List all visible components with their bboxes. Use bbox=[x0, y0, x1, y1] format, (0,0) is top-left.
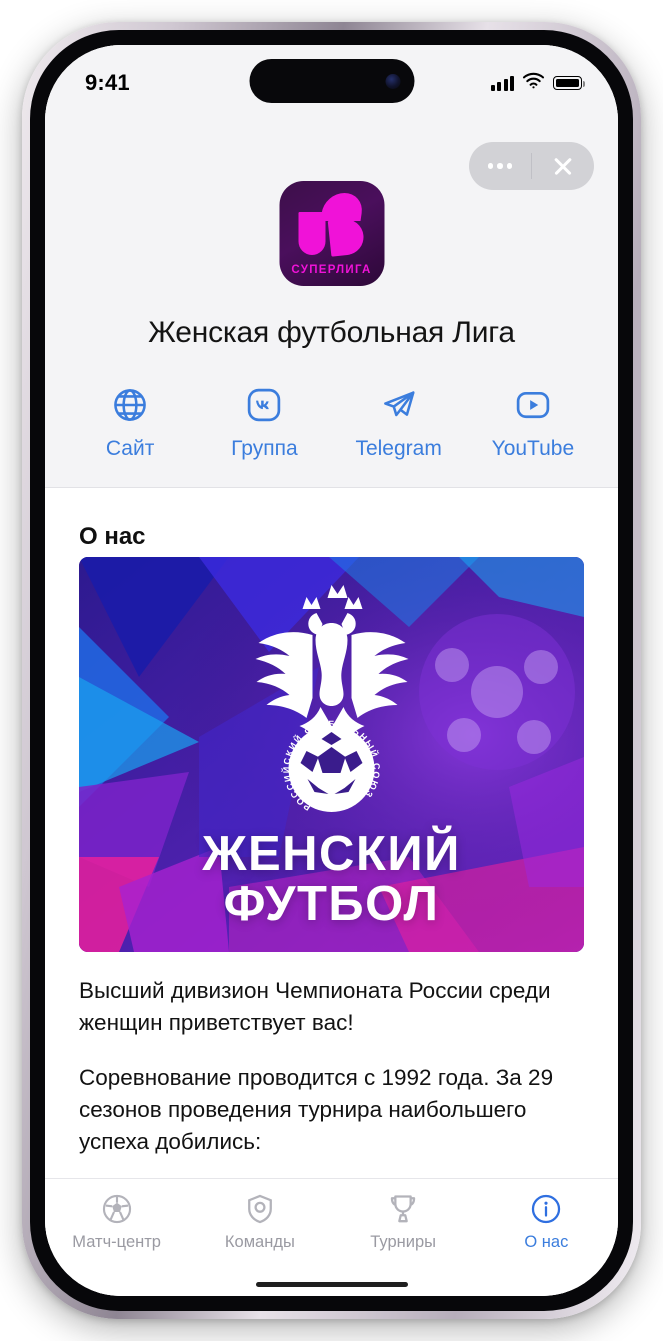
pinwheel-logo-icon bbox=[296, 193, 366, 257]
link-site-label: Сайт bbox=[105, 437, 155, 460]
link-youtube[interactable]: YouTube bbox=[474, 385, 592, 461]
banner-title: ЖЕНСКИЙ ФУТБОЛ bbox=[79, 827, 584, 932]
tab-teams-label: Команды bbox=[224, 1233, 295, 1251]
section-heading: О нас bbox=[79, 523, 146, 550]
about-text: Высший дивизион Чемпионата России среди … bbox=[79, 975, 584, 1213]
home-indicator[interactable] bbox=[255, 1282, 408, 1287]
link-row: Сайт Группа Telegram YouTube bbox=[45, 385, 618, 461]
cellular-signal-icon bbox=[490, 75, 514, 91]
info-circle-icon bbox=[527, 1190, 565, 1228]
link-telegram[interactable]: Telegram bbox=[340, 385, 458, 461]
tab-match-center-label: Матч-центр bbox=[72, 1233, 161, 1251]
miniapp-controls bbox=[469, 142, 594, 190]
tab-tournaments-label: Турниры bbox=[370, 1233, 436, 1251]
tab-about[interactable]: О нас bbox=[481, 1190, 611, 1252]
screenshot-stage: СУПЕРЛИГА Женская футбольная Лига Сайт Г… bbox=[0, 0, 663, 1341]
ellipsis-icon bbox=[487, 163, 513, 169]
bottom-tab-bar: Матч-центр Команды Турниры О нас bbox=[45, 1178, 618, 1296]
tab-about-label: О нас bbox=[524, 1233, 569, 1251]
wifi-icon bbox=[522, 72, 545, 94]
about-paragraph-1: Высший дивизион Чемпионата России среди … bbox=[79, 978, 551, 1035]
tab-tournaments[interactable]: Турниры bbox=[338, 1190, 468, 1252]
tab-match-center[interactable]: Матч-центр bbox=[52, 1190, 182, 1252]
close-icon bbox=[552, 155, 574, 177]
superliga-app-icon: СУПЕРЛИГА bbox=[279, 181, 384, 286]
tab-teams[interactable]: Команды bbox=[195, 1190, 325, 1252]
russian-football-union-emblem: РОССИЙСКИЙ ФУТБОЛЬНЫЙ СОЮЗ bbox=[255, 585, 408, 813]
more-options-button[interactable] bbox=[469, 142, 531, 190]
globe-icon bbox=[110, 385, 150, 425]
close-button[interactable] bbox=[532, 142, 594, 190]
app-container: СУПЕРЛИГА Женская футбольная Лига Сайт Г… bbox=[45, 45, 618, 1296]
shield-icon bbox=[241, 1190, 279, 1228]
link-youtube-label: YouTube bbox=[491, 437, 575, 460]
phone-screen: СУПЕРЛИГА Женская футбольная Лига Сайт Г… bbox=[45, 45, 618, 1296]
phone-bezel: СУПЕРЛИГА Женская футбольная Лига Сайт Г… bbox=[30, 30, 633, 1311]
vk-icon bbox=[244, 385, 284, 425]
link-telegram-label: Telegram bbox=[355, 437, 442, 460]
link-site[interactable]: Сайт bbox=[71, 385, 189, 461]
phone-frame: СУПЕРЛИГА Женская футбольная Лига Сайт Г… bbox=[22, 22, 641, 1319]
app-icon-wordmark: СУПЕРЛИГА bbox=[291, 264, 372, 276]
status-icons bbox=[490, 72, 586, 94]
page-title: Женская футбольная Лига bbox=[148, 316, 515, 349]
telegram-icon bbox=[379, 385, 419, 425]
front-camera-icon bbox=[385, 73, 400, 89]
women-football-banner: РОССИЙСКИЙ ФУТБОЛЬНЫЙ СОЮЗ ЖЕНСКИЙ ФУТБО… bbox=[79, 557, 584, 952]
about-paragraph-2: Соревнование проводится с 1992 года. За … bbox=[79, 1064, 554, 1154]
link-group[interactable]: Группа bbox=[205, 385, 323, 461]
battery-icon bbox=[553, 76, 586, 90]
link-group-label: Группа bbox=[231, 437, 298, 460]
status-time: 9:41 bbox=[85, 70, 130, 95]
dynamic-island bbox=[249, 59, 414, 103]
banner-title-line1: ЖЕНСКИЙ bbox=[202, 827, 461, 882]
banner-title-line2: ФУТБОЛ bbox=[223, 877, 440, 932]
youtube-play-icon bbox=[513, 385, 553, 425]
trophy-icon bbox=[384, 1190, 422, 1228]
soccer-ball-icon bbox=[98, 1190, 136, 1228]
